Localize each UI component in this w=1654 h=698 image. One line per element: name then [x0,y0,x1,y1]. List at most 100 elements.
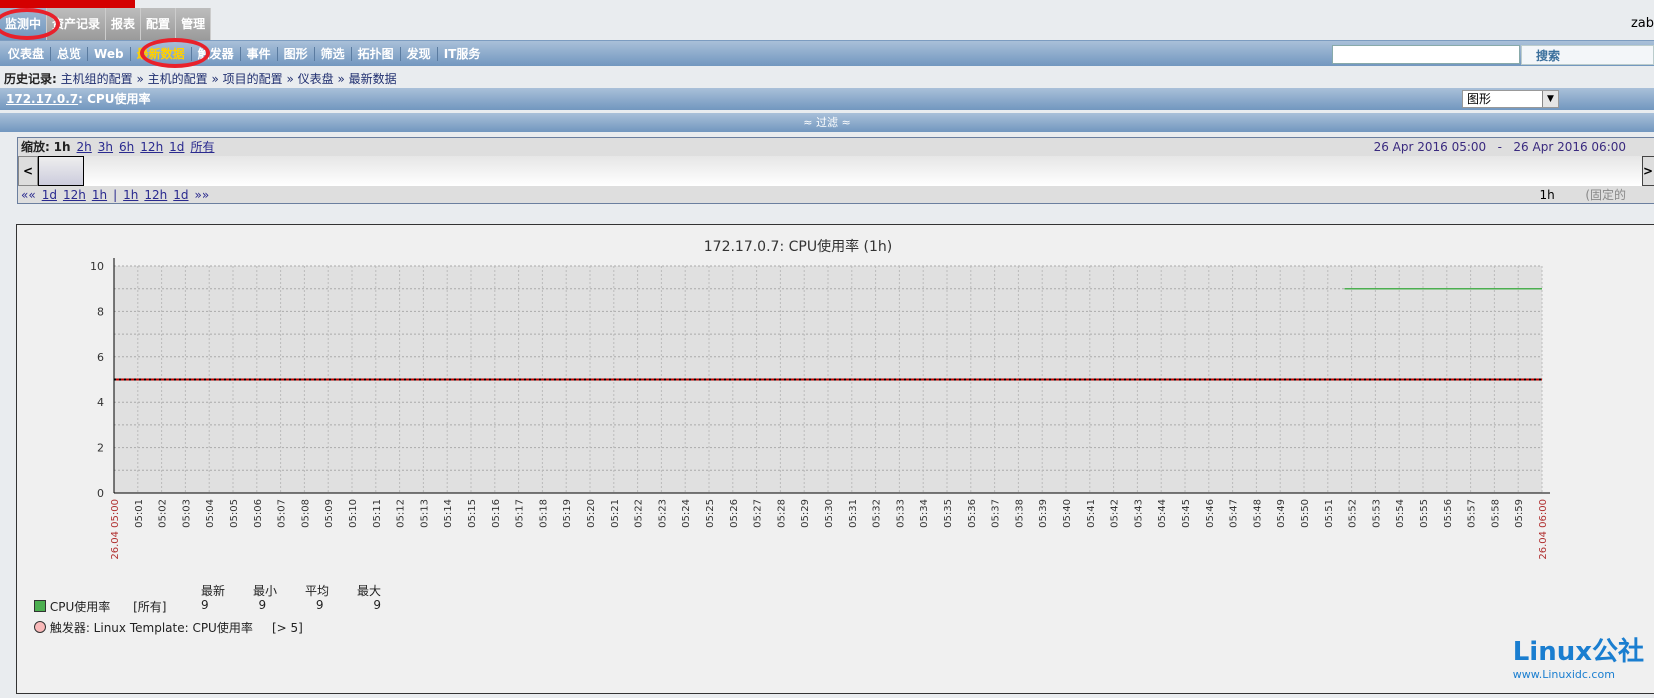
legend-value: 9 [315,598,324,612]
trigger-color-dot [34,621,46,633]
filter-toggle[interactable]: ≈ 过滤 ≈ [0,113,1654,132]
y-tick-label: 4 [97,396,104,409]
y-tick-label: 2 [97,442,104,455]
breadcrumb-separator: » [132,72,148,86]
y-tick-label: 0 [97,487,104,500]
search-input[interactable] [1332,45,1520,64]
zoom-option[interactable]: 1d [169,140,184,154]
x-tick-label: 05:09 [324,499,335,528]
breadcrumb-link[interactable]: 项目的配置 [223,72,283,86]
fixed-toggle[interactable]: (固定的 [1585,188,1626,202]
view-select-value: 图形 [1467,92,1492,106]
x-tick-label: 05:36 [967,499,978,528]
period-length: 1h [1539,188,1555,202]
main-menu-item[interactable]: 配置 [141,8,177,40]
nav-forward[interactable]: 12h [144,188,167,202]
sub-menu: 仪表盘 总览 Web 最新数据 触发器 事件 图形 筛选 拓扑图 发现 IT服务 搜索 [0,40,1654,66]
zoom-option[interactable]: 2h [77,140,92,154]
x-tick-label: 05:07 [277,499,288,528]
legend-item: CPU使用率 [所有] [34,598,167,615]
zoom-option[interactable]: 6h [119,140,134,154]
x-tick-label: 05:58 [1490,499,1501,528]
x-end-label: 26.04 06:00 [1538,499,1549,560]
x-tick-label: 05:41 [1086,499,1097,528]
breadcrumb-link[interactable]: 最新数据 [349,72,397,86]
x-tick-label: 05:12 [396,499,407,528]
chevron-down-icon: ▼ [1542,91,1558,107]
x-tick-label: 05:24 [681,499,692,528]
nav-back[interactable]: 1h [92,188,107,202]
x-tick-label: 05:51 [1324,499,1335,528]
sub-menu-item[interactable]: 总览 [51,47,89,61]
x-tick-label: 05:02 [158,499,169,528]
x-tick-label: 05:37 [991,499,1002,528]
scroll-left-icon[interactable]: < [18,156,38,186]
x-tick-label: 05:56 [1443,499,1454,528]
host-link[interactable]: 172.17.0.7 [6,92,78,106]
nav-separator: | [113,188,118,202]
nav-forward[interactable]: 1h [123,188,138,202]
item-name: : CPU使用率 [78,92,151,106]
x-tick-label: 05:33 [895,499,906,528]
nav-back[interactable]: 1d [42,188,57,202]
view-select[interactable]: 图形 ▼ [1462,90,1559,108]
main-menu-item[interactable]: 报表 [106,8,142,40]
zabbix-logo [0,0,135,8]
zoom-option[interactable]: 12h [140,140,163,154]
breadcrumb-link[interactable]: 仪表盘 [298,72,334,86]
page-header: 172.17.0.7: CPU使用率 图形 ▼ [0,88,1654,110]
x-tick-label: 05:17 [515,499,526,528]
sub-menu-item[interactable]: IT服务 [438,47,487,61]
nav-back[interactable]: «« [21,188,36,202]
breadcrumb-link[interactable]: 主机的配置 [148,72,208,86]
sub-menu-item[interactable]: 筛选 [315,47,352,61]
x-tick-label: 05:19 [562,499,573,528]
zoom-option[interactable]: 3h [98,140,113,154]
nav-back[interactable]: 12h [63,188,86,202]
nav-forward[interactable]: »» [195,188,210,202]
watermark-logo: Linux公社 www.Linuxidc.com [1512,637,1644,681]
x-tick-label: 05:20 [586,499,597,528]
sub-menu-item[interactable]: 图形 [278,47,315,61]
sub-menu-item[interactable]: 发现 [401,47,438,61]
x-tick-label: 05:22 [634,499,645,528]
legend-header: 最小 [252,584,277,598]
scrollbar-handle[interactable] [38,156,84,186]
x-start-label: 26.04 05:00 [110,499,121,560]
x-tick-label: 05:26 [729,499,740,528]
timeline: 缩放: 1h 2h 3h 6h 12h 1d 所有 26 Apr 2016 05:00 - … [17,137,1654,204]
breadcrumb-separator: » [207,72,223,86]
series-color-swatch [34,600,46,612]
sub-menu-item[interactable]: 仪表盘 [2,47,52,61]
x-tick-label: 05:53 [1371,499,1382,528]
timeline-scrollbar[interactable]: < > [18,156,1654,186]
sub-menu-item[interactable]: 拓扑图 [352,47,401,61]
x-tick-label: 05:23 [657,499,668,528]
chart-title: 172.17.0.7: CPU使用率 (1h) [704,238,893,255]
x-tick-label: 05:10 [348,499,359,528]
x-tick-label: 05:47 [1229,499,1240,528]
x-tick-label: 05:52 [1348,499,1359,528]
y-tick-label: 10 [90,260,104,273]
sub-menu-item[interactable]: 事件 [241,47,278,61]
zoom-option[interactable]: 1h [54,140,71,154]
x-tick-label: 05:06 [253,499,264,528]
nav-forward[interactable]: 1d [173,188,188,202]
search-button[interactable]: 搜索 [1521,45,1654,65]
breadcrumb-link[interactable]: 主机组的配置 [61,72,133,86]
x-tick-label: 05:50 [1300,499,1311,528]
breadcrumb-separator: » [333,72,349,86]
x-tick-label: 05:59 [1514,499,1525,528]
x-tick-label: 05:46 [1205,499,1216,528]
zoom-option[interactable]: 所有 [190,140,214,154]
x-tick-label: 05:08 [300,499,311,528]
x-tick-label: 05:11 [372,499,383,528]
x-tick-label: 05:44 [1157,499,1168,528]
x-tick-label: 05:04 [205,499,216,528]
zoom-label: 缩放: [21,140,50,154]
x-tick-label: 05:38 [1014,499,1025,528]
main-menu-item[interactable]: 管理 [176,8,212,40]
sub-menu-item[interactable]: Web [88,47,131,61]
x-tick-label: 05:48 [1252,499,1263,528]
scroll-right-icon[interactable]: > [1642,156,1654,186]
